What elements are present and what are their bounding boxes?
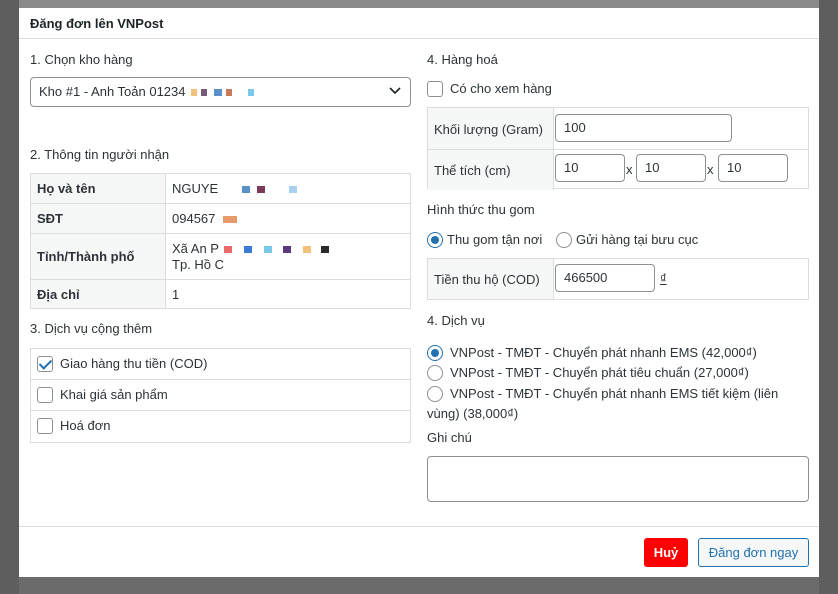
redaction-mark	[320, 245, 329, 253]
table-row: SĐT 094567	[30, 203, 411, 234]
modal-title: Đăng đơn lên VNPost	[30, 16, 164, 31]
service-standard-label: VNPost - TMĐT - Chuyển phát tiêu chuẩn (…	[450, 365, 749, 381]
pickup-door-label: Thu gom tận nơi	[447, 232, 543, 248]
height-input[interactable]: 10	[718, 154, 788, 182]
receiver-name-cell: NGUYE	[165, 173, 411, 204]
cod-label: Giao hàng thu tiền (COD)	[60, 356, 208, 372]
redaction-mark	[244, 245, 252, 253]
receiver-phone-value: 094567	[172, 211, 216, 226]
weight-input[interactable]: 100	[555, 114, 732, 142]
service-section-title: 4. Dịch vụ	[427, 313, 485, 328]
receiver-city-value: Tp. Hồ C	[172, 256, 225, 272]
cancel-button[interactable]: Huỷ	[644, 538, 688, 567]
service-option-ems[interactable]: VNPost - TMĐT - Chuyển phát nhanh EMS (4…	[427, 342, 807, 363]
background-left	[0, 0, 19, 594]
redaction-mark	[241, 186, 250, 194]
vnpost-modal: Đăng đơn lên VNPost 1. Chọn kho hàng Kho…	[19, 8, 819, 577]
cod-checkbox[interactable]	[37, 355, 53, 372]
receiver-section-title: 2. Thông tin người nhận	[30, 147, 170, 162]
cod-amount-label: Tiền thu hộ (COD)	[434, 272, 540, 287]
table-row: Họ và tên NGUYE	[30, 173, 411, 204]
pickup-option-postoffice[interactable]: Gửi hàng tại bưu cục	[556, 231, 698, 248]
redaction-mark	[200, 89, 207, 97]
pickup-option-door[interactable]: Thu gom tận nơi	[427, 231, 542, 248]
redaction-mark	[257, 186, 266, 194]
declared-value-label: Khai giá sản phẩm	[60, 387, 168, 403]
pickup-postoffice-radio[interactable]	[556, 231, 572, 248]
redaction-mark	[289, 186, 298, 194]
redaction-mark	[223, 216, 238, 224]
receiver-address-label: Địa chỉ	[30, 279, 166, 309]
receiver-address-value: 1	[165, 279, 411, 309]
width-input[interactable]: 10	[636, 154, 706, 182]
redaction-mark	[263, 245, 272, 253]
table-row: Địa chỉ 1	[30, 279, 411, 309]
redaction-mark	[214, 89, 223, 97]
modal-footer-divider	[19, 526, 819, 527]
extra-services-list: Giao hàng thu tiền (COD) Khai giá sản ph…	[30, 348, 411, 443]
warehouse-select-value: Kho #1 - Anh Toản 01234	[39, 84, 186, 99]
service-option-ems-economy[interactable]: VNPost - TMĐT - Chuyển phát nhanh EMS ti…	[427, 383, 807, 424]
redaction-mark	[302, 245, 311, 253]
dim-separator: x	[626, 162, 633, 177]
pickup-section-title: Hình thức thu gom	[427, 202, 535, 217]
goods-grid-divider	[428, 149, 808, 150]
service-ems-economy-radio[interactable]	[427, 385, 443, 402]
allow-view-checkbox[interactable]	[427, 80, 443, 97]
redaction-mark	[283, 245, 292, 253]
table-row: Tỉnh/Thành phố Xã An P Tp. Hồ C	[30, 233, 411, 280]
extra-service-declared-value[interactable]: Khai giá sản phẩm	[31, 380, 410, 411]
currency-symbol: ₫	[660, 271, 667, 286]
volume-label: Thể tích (cm)	[434, 163, 511, 178]
redaction-mark	[191, 89, 198, 97]
goods-section-title: 4. Hàng hoá	[427, 52, 498, 67]
receiver-phone-label: SĐT	[30, 203, 166, 234]
length-input[interactable]: 10	[555, 154, 625, 182]
service-options: VNPost - TMĐT - Chuyển phát nhanh EMS (4…	[427, 342, 807, 424]
note-label: Ghi chú	[427, 430, 472, 445]
weight-label: Khối lượng (Gram)	[434, 122, 543, 137]
cod-amount-input[interactable]: 466500	[555, 264, 655, 292]
receiver-province-value: Xã An P	[172, 240, 219, 256]
redaction-mark	[226, 89, 232, 97]
pickup-door-radio[interactable]	[427, 231, 443, 248]
redaction-mark	[247, 89, 254, 97]
invoice-label: Hoá đơn	[60, 418, 111, 434]
service-ems-radio[interactable]	[427, 344, 443, 361]
service-option-standard[interactable]: VNPost - TMĐT - Chuyển phát tiêu chuẩn (…	[427, 363, 807, 384]
modal-header: Đăng đơn lên VNPost	[19, 8, 819, 39]
receiver-province-cell: Xã An P Tp. Hồ C	[165, 233, 411, 280]
declared-value-checkbox[interactable]	[37, 386, 53, 403]
invoice-checkbox[interactable]	[37, 417, 53, 434]
receiver-phone-cell: 094567	[165, 203, 411, 234]
submit-order-button[interactable]: Đăng đơn ngay	[698, 538, 809, 567]
allow-view-option[interactable]: Có cho xem hàng	[427, 80, 552, 97]
pickup-postoffice-label: Gửi hàng tại bưu cục	[576, 232, 699, 248]
receiver-name-label: Họ và tên	[30, 173, 166, 204]
extra-service-cod[interactable]: Giao hàng thu tiền (COD)	[31, 349, 410, 380]
service-standard-radio[interactable]	[427, 365, 443, 382]
warehouse-select[interactable]: Kho #1 - Anh Toản 01234	[30, 77, 411, 107]
extra-service-invoice[interactable]: Hoá đơn	[31, 411, 410, 442]
allow-view-label: Có cho xem hàng	[450, 81, 552, 97]
receiver-province-label: Tỉnh/Thành phố	[30, 233, 166, 280]
background-right	[819, 0, 838, 594]
receiver-name-value: NGUYE	[172, 181, 219, 196]
note-textarea[interactable]	[427, 456, 809, 502]
extra-services-section-title: 3. Dịch vụ cộng thêm	[30, 321, 153, 336]
receiver-table: Họ và tên NGUYE SĐT 094567 Tỉnh/Thành ph…	[30, 173, 411, 309]
chevron-down-icon	[389, 87, 401, 95]
dim-separator: x	[707, 162, 714, 177]
redaction-mark	[224, 245, 233, 253]
service-ems-label: VNPost - TMĐT - Chuyển phát nhanh EMS (4…	[450, 344, 757, 360]
warehouse-section-title: 1. Chọn kho hàng	[30, 52, 133, 67]
service-ems-economy-label: VNPost - TMĐT - Chuyển phát nhanh EMS ti…	[427, 385, 779, 422]
